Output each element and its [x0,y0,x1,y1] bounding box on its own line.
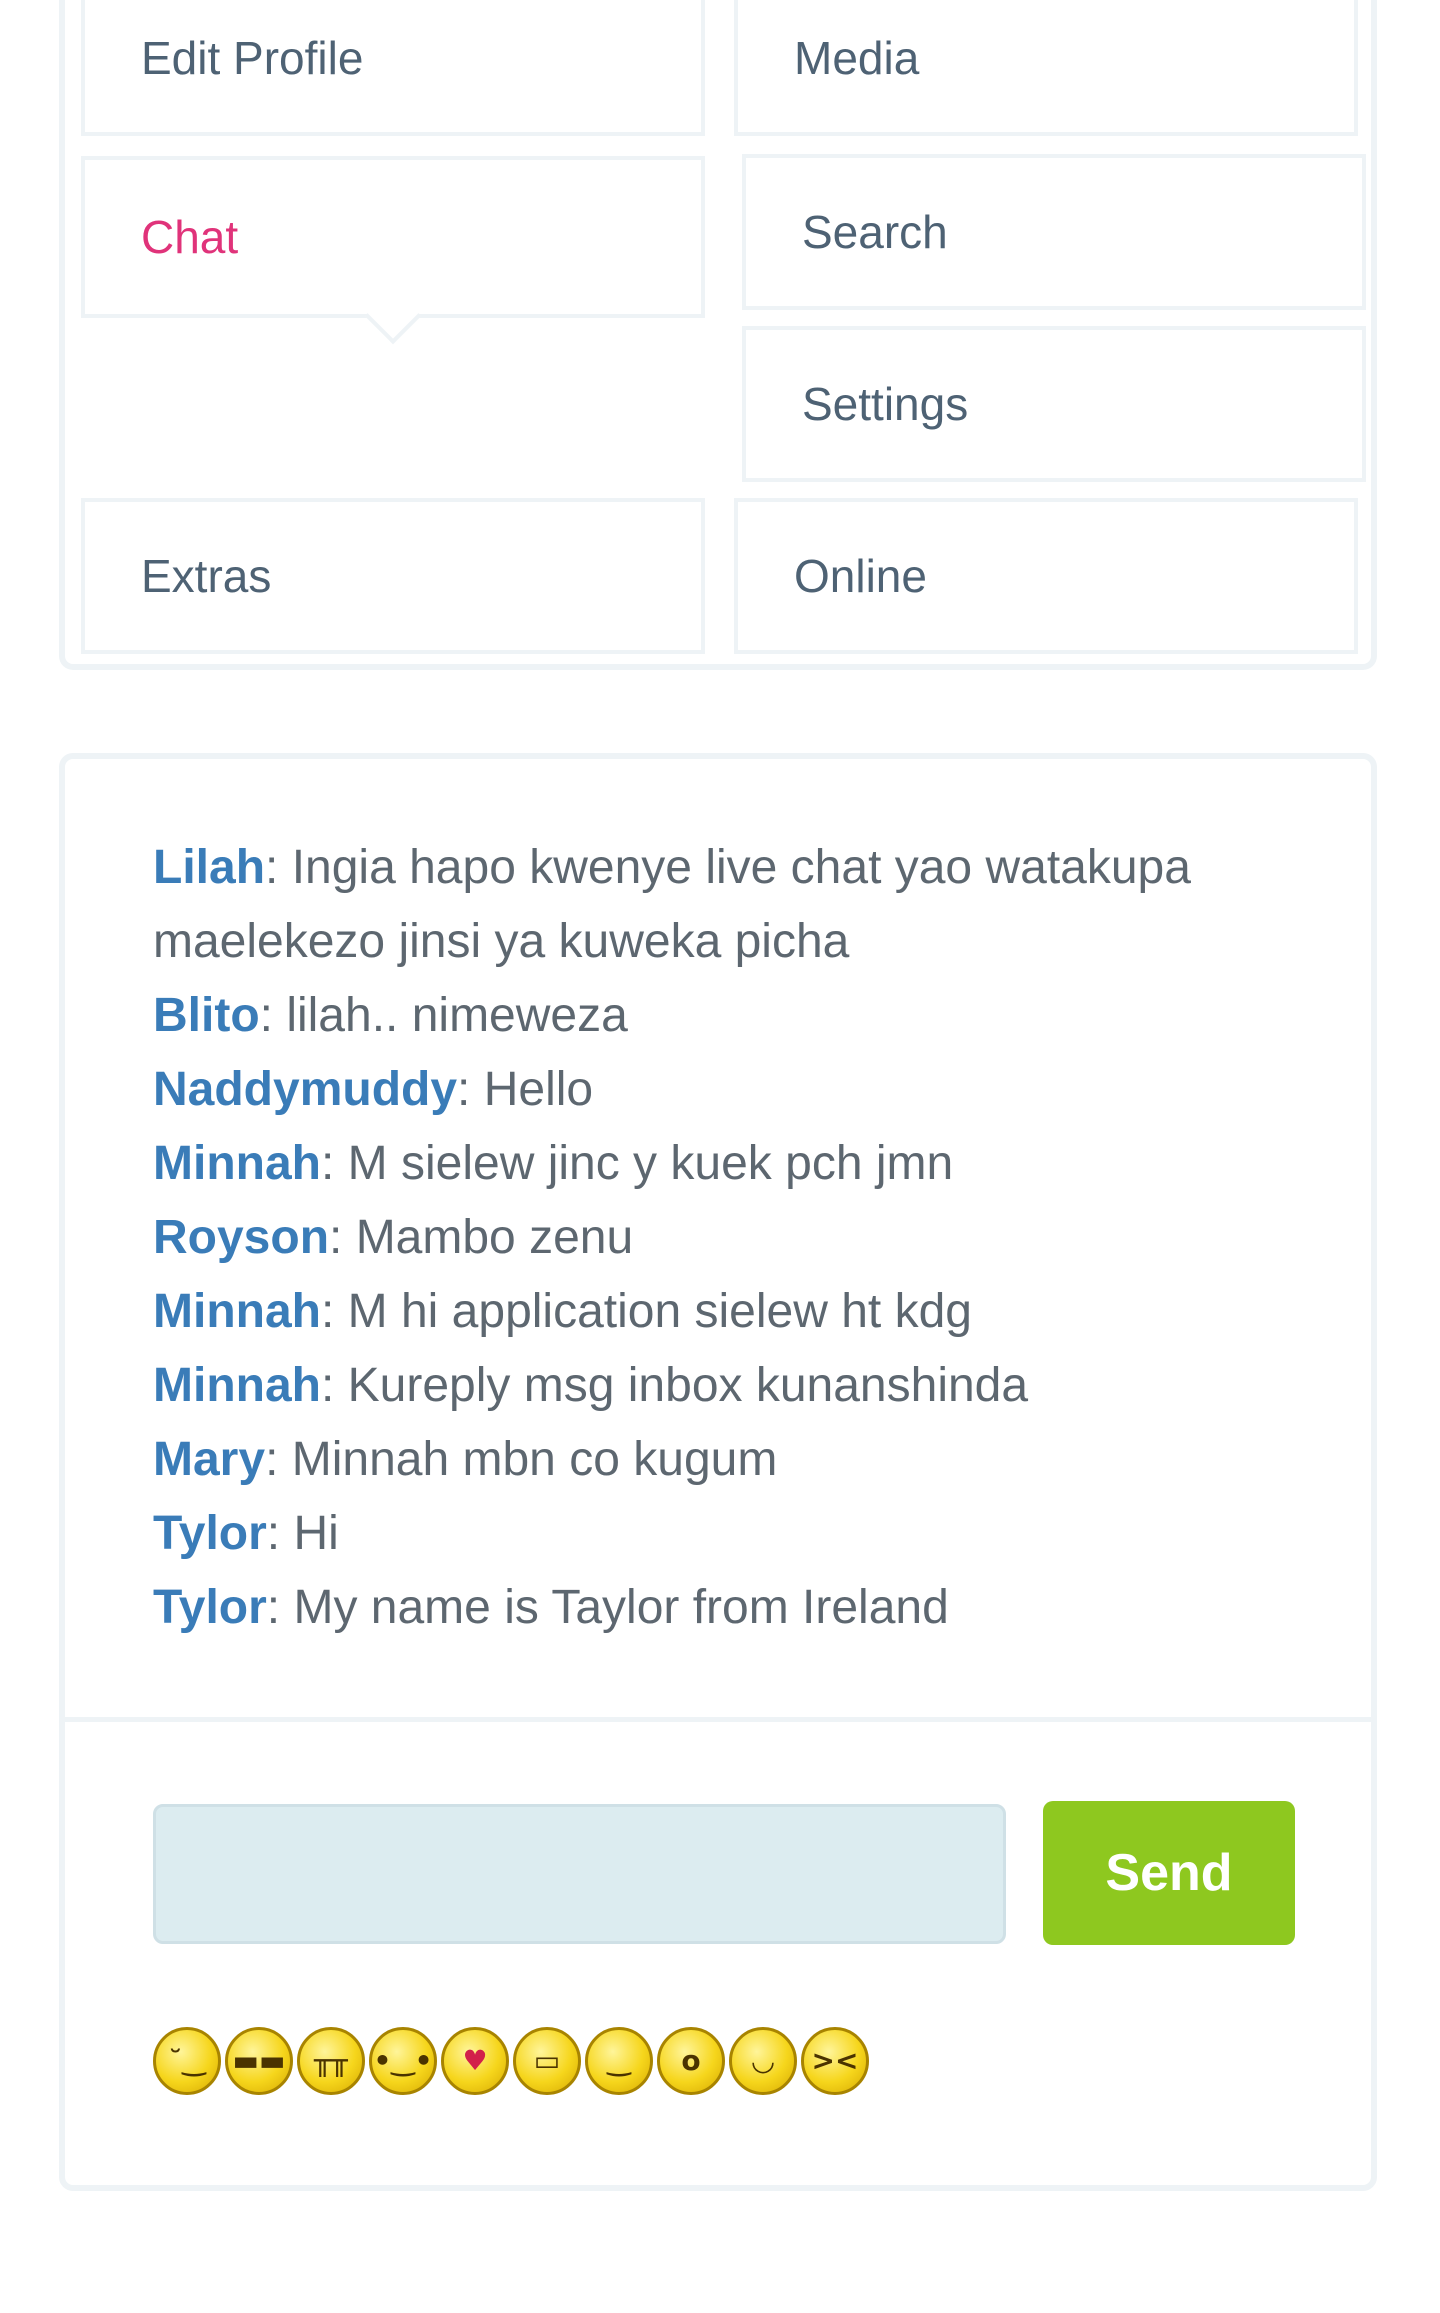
message-username[interactable]: Minnah [153,1137,321,1190]
smirk-emoji-icon[interactable]: ◡ [729,2027,797,2095]
chat-message: Naddymuddy: Hello [153,1053,1303,1127]
chat-message: Minnah: M hi application sielew ht kdg [153,1275,1303,1349]
message-username[interactable]: Blito [153,989,260,1042]
chat-message: Tylor: Hi [153,1497,1303,1571]
message-text: : My name is Taylor from Ireland [266,1581,949,1634]
message-text: : Mambo zenu [329,1211,634,1264]
chat-message: Minnah: Kureply msg inbox kunanshinda [153,1349,1303,1423]
menu-media-label: Media [794,32,920,84]
message-username[interactable]: Lilah [153,841,265,894]
menu-edit-profile[interactable]: Edit Profile [81,0,705,136]
menu-media[interactable]: Media [734,0,1358,136]
chat-message: Tylor: My name is Taylor from Ireland [153,1571,1303,1645]
message-username[interactable]: Naddymuddy [153,1063,457,1116]
kiss-emoji-icon[interactable]: ♥ [441,2027,509,2095]
menu-edit-profile-label: Edit Profile [141,32,364,84]
chat-message: Mary: Minnah mbn co kugum [153,1423,1303,1497]
chat-message: Royson: Mambo zenu [153,1201,1303,1275]
chat-message: Minnah: M sielew jinc y kuek pch jmn [153,1127,1303,1201]
menu-online-label: Online [794,550,927,602]
laughing-emoji-icon[interactable]: >< [801,2027,869,2095]
message-text: : lilah.. nimeweza [259,989,628,1042]
message-username[interactable]: Tylor [153,1581,267,1634]
blush-emoji-icon[interactable]: •‿• [369,2027,437,2095]
message-username[interactable]: Royson [153,1211,329,1264]
chat-panel: Lilah: Ingia hapo kwenye live chat yao w… [59,753,1377,2191]
chat-divider [65,1717,1371,1722]
menu-search-label: Search [802,206,948,258]
confused-emoji-icon[interactable]: ˘‿ [153,2027,221,2095]
chat-message: Lilah: Ingia hapo kwenye live chat yao w… [153,831,1303,979]
menu-extras-label: Extras [141,550,272,602]
message-username[interactable]: Tylor [153,1507,267,1560]
chat-messages: Lilah: Ingia hapo kwenye live chat yao w… [153,831,1303,1645]
message-text: : Ingia hapo kwenye live chat yao wataku… [153,841,1191,968]
crying-emoji-icon[interactable]: ╥╥ [297,2027,365,2095]
menu-chat-label: Chat [141,211,239,263]
smile-emoji-icon[interactable]: ‿ [585,2027,653,2095]
message-username[interactable]: Mary [153,1433,265,1486]
send-button[interactable]: Send [1043,1801,1295,1945]
message-username[interactable]: Minnah [153,1359,321,1412]
surprised-emoji-icon[interactable]: o [657,2027,725,2095]
menu-settings[interactable]: Settings [742,326,1366,482]
menu-online[interactable]: Online [734,498,1358,654]
menu-search[interactable]: Search [742,154,1366,310]
menu-panel: Edit Profile Media Chat Search Settings … [59,0,1377,670]
message-input[interactable] [153,1804,1006,1944]
message-text: : Minnah mbn co kugum [265,1433,778,1486]
menu-extras[interactable]: Extras [81,498,705,654]
message-text: : Hi [266,1507,339,1560]
chat-message: Blito: lilah.. nimeweza [153,979,1303,1053]
grin-emoji-icon[interactable]: ▭ [513,2027,581,2095]
message-text: : Kureply msg inbox kunanshinda [320,1359,1029,1412]
message-text: : Hello [457,1063,594,1116]
emoji-picker: ˘‿ ▬▬ ╥╥ •‿• ♥ ▭ ‿ o ◡ >< [153,2027,869,2095]
message-username[interactable]: Minnah [153,1285,321,1338]
message-text: : M hi application sielew ht kdg [320,1285,972,1338]
sunglasses-emoji-icon[interactable]: ▬▬ [225,2027,293,2095]
menu-settings-label: Settings [802,378,969,430]
message-text: : M sielew jinc y kuek pch jmn [320,1137,954,1190]
